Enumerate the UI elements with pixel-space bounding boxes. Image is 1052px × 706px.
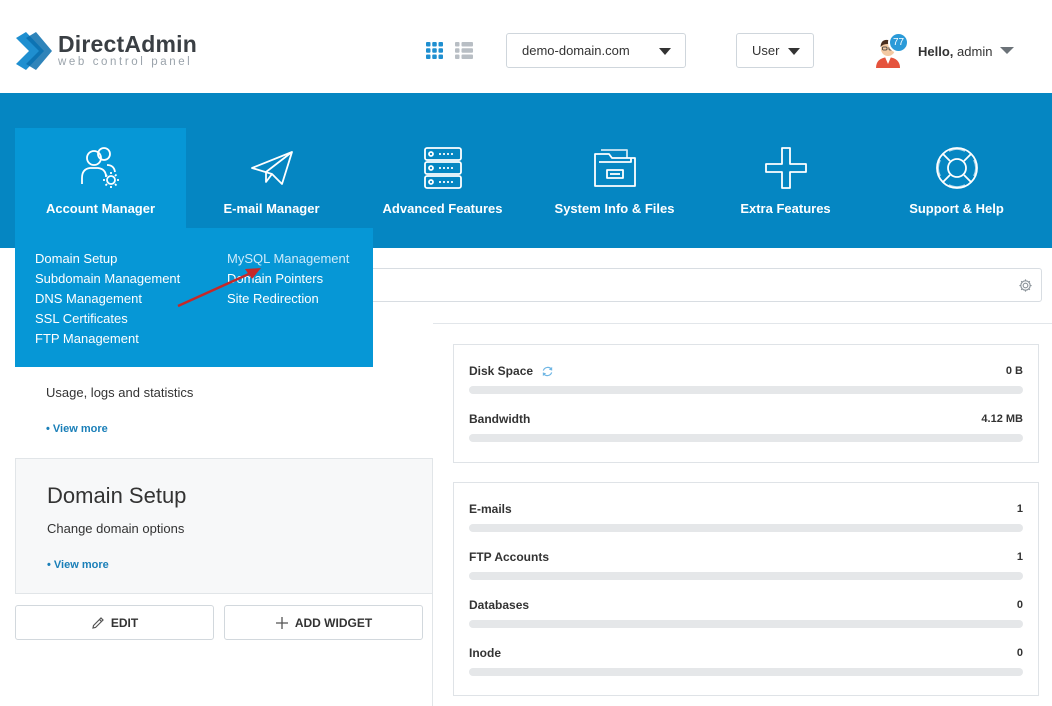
greeting: Hello, admin (918, 44, 992, 59)
caret-down-icon[interactable] (1000, 47, 1014, 54)
usage-panel: Disk Space 0 B Bandwidth 4.12 MB (453, 344, 1039, 463)
directadmin-logo-icon (16, 32, 52, 70)
progress-bar (469, 434, 1023, 442)
domain-setup-widget: Domain Setup Change domain options • Vie… (15, 458, 433, 594)
add-widget-button-label: ADD WIDGET (294, 615, 373, 630)
users-gear-icon (80, 147, 119, 188)
top-header: DirectAdmin web control panel demo-domai… (0, 0, 1052, 93)
nav-advanced-features[interactable]: Advanced Features (357, 128, 528, 248)
divider (433, 323, 1052, 324)
stat-bandwidth: Bandwidth 4.12 MB (469, 412, 1023, 442)
greeting-hello: Hello, (918, 43, 954, 59)
widget-title: Domain Setup (47, 483, 187, 508)
nav-label: Extra Features (740, 201, 831, 216)
stat-label: Bandwidth (469, 412, 531, 426)
submenu-column-left: Domain Setup Subdomain Management DNS Ma… (35, 250, 180, 350)
stat-ftp-accounts: FTP Accounts 1 (469, 550, 1023, 580)
logo-title: DirectAdmin (58, 31, 197, 57)
menu-dns-management[interactable]: DNS Management (35, 290, 180, 310)
plus-icon (275, 616, 288, 629)
stat-label: Disk Space (469, 364, 534, 378)
settings-gear-icon[interactable] (1018, 278, 1033, 293)
database-server-icon (423, 147, 462, 189)
paper-plane-icon (250, 151, 293, 185)
annotation-arrow-icon (177, 268, 261, 308)
progress-bar (469, 620, 1023, 628)
notification-badge[interactable]: 77 (888, 32, 909, 53)
edit-button[interactable]: EDIT (15, 605, 214, 640)
avatar[interactable]: 77 (872, 32, 909, 68)
page: DirectAdmin web control panel demo-domai… (0, 0, 1052, 706)
progress-bar (469, 524, 1023, 532)
nav-label: E-mail Manager (223, 201, 320, 216)
domain-select[interactable]: demo-domain.com (506, 33, 686, 68)
progress-bar (469, 572, 1023, 580)
widget-description: Change domain options (47, 521, 185, 536)
edit-button-label: EDIT (110, 615, 139, 630)
menu-subdomain-management[interactable]: Subdomain Management (35, 270, 180, 290)
main-nav: Account Manager E-mail Manager Advanced … (0, 93, 1052, 248)
caret-down-icon (788, 48, 800, 55)
statistics-widget: Usage, logs and statistics • View more (15, 367, 433, 458)
stat-label: Databases (469, 598, 530, 612)
counts-panel: E-mails 1 FTP Accounts 1 Databases 0 Ino… (453, 482, 1039, 696)
username: admin (957, 43, 993, 59)
lifebuoy-icon (935, 147, 978, 189)
stat-value: 0 B (1005, 365, 1023, 377)
stat-disk-space: Disk Space 0 B (469, 364, 1023, 394)
nav-support-help[interactable]: Support & Help (871, 128, 1042, 248)
logo[interactable]: DirectAdmin web control panel (14, 30, 197, 72)
nav-extra-features[interactable]: Extra Features (700, 128, 871, 248)
nav-label: Account Manager (45, 201, 156, 216)
menu-ssl-certificates[interactable]: SSL Certificates (35, 310, 180, 330)
user-menu[interactable]: 77 Hello, admin (872, 31, 1032, 71)
list-view-icon[interactable] (455, 42, 473, 59)
nav-label: Advanced Features (382, 201, 503, 216)
grid-view-icon[interactable] (426, 42, 443, 59)
stat-inode: Inode 0 (469, 646, 1023, 676)
nav-label: Support & Help (909, 201, 1004, 216)
nav-system-info[interactable]: System Info & Files (529, 128, 700, 248)
level-select-value: User (752, 43, 780, 58)
plus-icon (764, 147, 807, 189)
progress-bar (469, 668, 1023, 676)
caret-down-icon (659, 48, 671, 55)
menu-domain-setup[interactable]: Domain Setup (35, 250, 180, 270)
domain-select-value: demo-domain.com (522, 43, 630, 58)
view-more-link[interactable]: • View more (47, 559, 109, 571)
widget-description: Usage, logs and statistics (46, 385, 194, 400)
stat-emails: E-mails 1 (469, 502, 1023, 532)
stat-value: 0 (1016, 599, 1023, 611)
folder-icon (593, 149, 636, 187)
view-more-link[interactable]: • View more (46, 423, 108, 435)
stat-value: 4.12 MB (981, 413, 1023, 425)
refresh-icon[interactable] (541, 365, 554, 378)
stat-value: 1 (1016, 551, 1023, 563)
add-widget-button[interactable]: ADD WIDGET (224, 605, 423, 640)
level-select[interactable]: User (736, 33, 814, 68)
stat-label: FTP Accounts (469, 550, 550, 564)
divider (432, 594, 433, 706)
stat-label: E-mails (469, 502, 512, 516)
stat-label: Inode (469, 646, 501, 660)
stat-value: 1 (1016, 503, 1023, 515)
stat-databases: Databases 0 (469, 598, 1023, 628)
menu-ftp-management[interactable]: FTP Management (35, 330, 180, 350)
logo-subtitle: web control panel (58, 56, 193, 68)
stat-value: 0 (1016, 647, 1023, 659)
pencil-icon (92, 616, 104, 629)
progress-bar (469, 386, 1023, 394)
search-input[interactable] (360, 268, 1042, 302)
nav-label: System Info & Files (554, 201, 675, 216)
